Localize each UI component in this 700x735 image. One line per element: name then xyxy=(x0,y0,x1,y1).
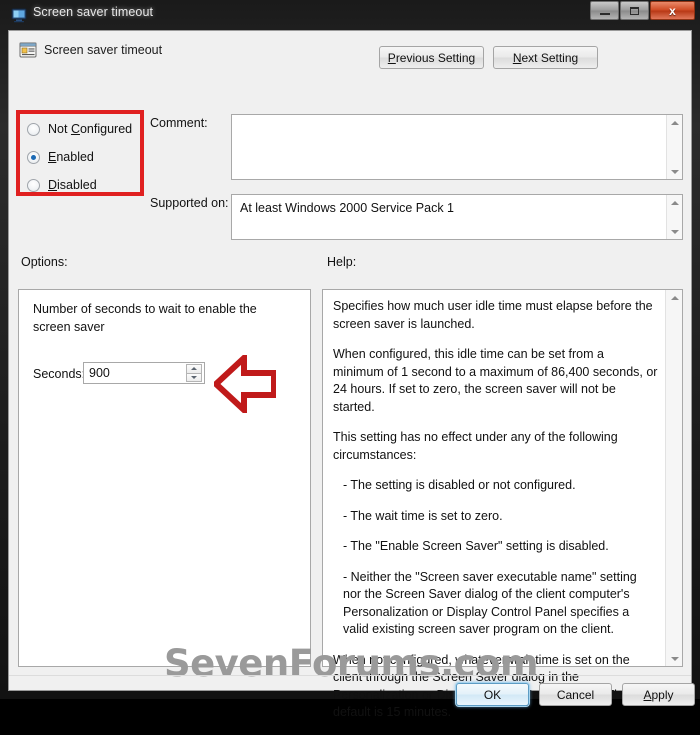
minimize-button[interactable] xyxy=(590,1,619,20)
help-pane: Specifies how much user idle time must e… xyxy=(322,289,683,719)
scroll-up-icon[interactable] xyxy=(667,195,683,210)
next-setting-label-post: ext Setting xyxy=(521,50,579,65)
help-paragraph: - The "Enable Screen Saver" setting is d… xyxy=(343,539,609,553)
seconds-label: Seconds: xyxy=(33,367,86,381)
seconds-spinner[interactable]: 900 xyxy=(83,362,205,384)
scroll-up-icon[interactable] xyxy=(666,290,683,305)
radio-not-configured-indicator xyxy=(27,122,40,136)
radio-enabled-indicator xyxy=(27,150,40,164)
spinner-down-button[interactable] xyxy=(186,373,202,382)
help-section-label: Help: xyxy=(327,255,357,269)
seconds-value: 900 xyxy=(89,366,110,380)
dialog-client-area: Screen saver timeout Previous Setting Ne… xyxy=(8,30,695,719)
caption-buttons: x xyxy=(590,1,695,20)
label-pre: Not xyxy=(48,122,71,136)
comment-scrollbar[interactable] xyxy=(666,115,682,179)
supported-on-label: Supported on: xyxy=(150,196,229,210)
monitor-icon xyxy=(11,8,27,23)
help-paragraph: - Neither the "Screen saver executable n… xyxy=(343,569,637,637)
spinner-up-button[interactable] xyxy=(186,364,202,374)
group-policy-setting-window: Screen saver timeout x Screen saver time… xyxy=(0,0,700,719)
help-scrollbar[interactable] xyxy=(665,290,682,666)
maximize-button[interactable] xyxy=(620,1,649,20)
help-paragraph: - The setting is disabled or not configu… xyxy=(343,478,576,492)
radio-enabled[interactable]: Enabled xyxy=(27,150,94,164)
footer-divider xyxy=(9,675,691,676)
label-post: nabled xyxy=(56,150,94,164)
radio-disabled[interactable]: Disabled xyxy=(27,178,97,192)
minimize-icon xyxy=(599,12,610,15)
apply-label-post: pply xyxy=(651,687,674,702)
maximize-icon xyxy=(630,6,639,15)
label-accesskey: D xyxy=(48,178,58,192)
scroll-down-icon[interactable] xyxy=(667,224,683,239)
supported-on-field: At least Windows 2000 Service Pack 1 xyxy=(231,194,683,240)
comment-label: Comment: xyxy=(150,116,208,130)
apply-button[interactable]: Apply xyxy=(622,683,695,706)
label-post: onfigured xyxy=(79,122,133,136)
supported-on-scrollbar[interactable] xyxy=(666,195,682,239)
policy-setting-icon xyxy=(19,42,37,58)
label-accesskey: C xyxy=(70,122,80,136)
radio-disabled-indicator xyxy=(27,178,40,192)
help-paragraph: When configured, this idle time can be s… xyxy=(333,347,658,414)
previous-setting-button[interactable]: Previous Setting xyxy=(379,46,484,69)
help-paragraph: Specifies how much user idle time must e… xyxy=(333,299,653,331)
close-icon: x xyxy=(669,3,676,18)
ok-button[interactable]: OK xyxy=(456,683,529,706)
radio-not-configured-label: Not Configured xyxy=(48,122,132,136)
scroll-up-icon[interactable] xyxy=(667,115,683,130)
scroll-down-icon[interactable] xyxy=(666,651,683,666)
apply-accesskey: A xyxy=(643,687,652,702)
options-pane: Number of seconds to wait to enable the … xyxy=(18,289,311,667)
options-description: Number of seconds to wait to enable the … xyxy=(33,302,257,334)
comment-textarea[interactable] xyxy=(231,114,683,180)
cancel-button[interactable]: Cancel xyxy=(539,683,612,706)
title-bar: Screen saver timeout x xyxy=(0,0,700,30)
options-section-label: Options: xyxy=(21,255,68,269)
previous-setting-label-post: revious Setting xyxy=(395,50,476,65)
scroll-down-icon[interactable] xyxy=(667,164,683,179)
help-text: Specifies how much user idle time must e… xyxy=(333,298,658,735)
previous-setting-accesskey: P xyxy=(387,50,396,65)
help-paragraph: - The wait time is set to zero. xyxy=(343,508,503,523)
next-setting-button[interactable]: Next Setting xyxy=(493,46,598,69)
label-post: isabled xyxy=(57,178,97,192)
spinner-buttons xyxy=(186,364,202,382)
supported-on-value: At least Windows 2000 Service Pack 1 xyxy=(240,201,454,215)
radio-disabled-label: Disabled xyxy=(48,178,97,192)
close-button[interactable]: x xyxy=(650,1,695,20)
radio-not-configured[interactable]: Not Configured xyxy=(27,122,132,136)
help-paragraph: This setting has no effect under any of … xyxy=(333,430,618,462)
radio-enabled-label: Enabled xyxy=(48,150,94,164)
setting-title: Screen saver timeout xyxy=(44,43,163,57)
window-title: Screen saver timeout xyxy=(33,5,154,19)
